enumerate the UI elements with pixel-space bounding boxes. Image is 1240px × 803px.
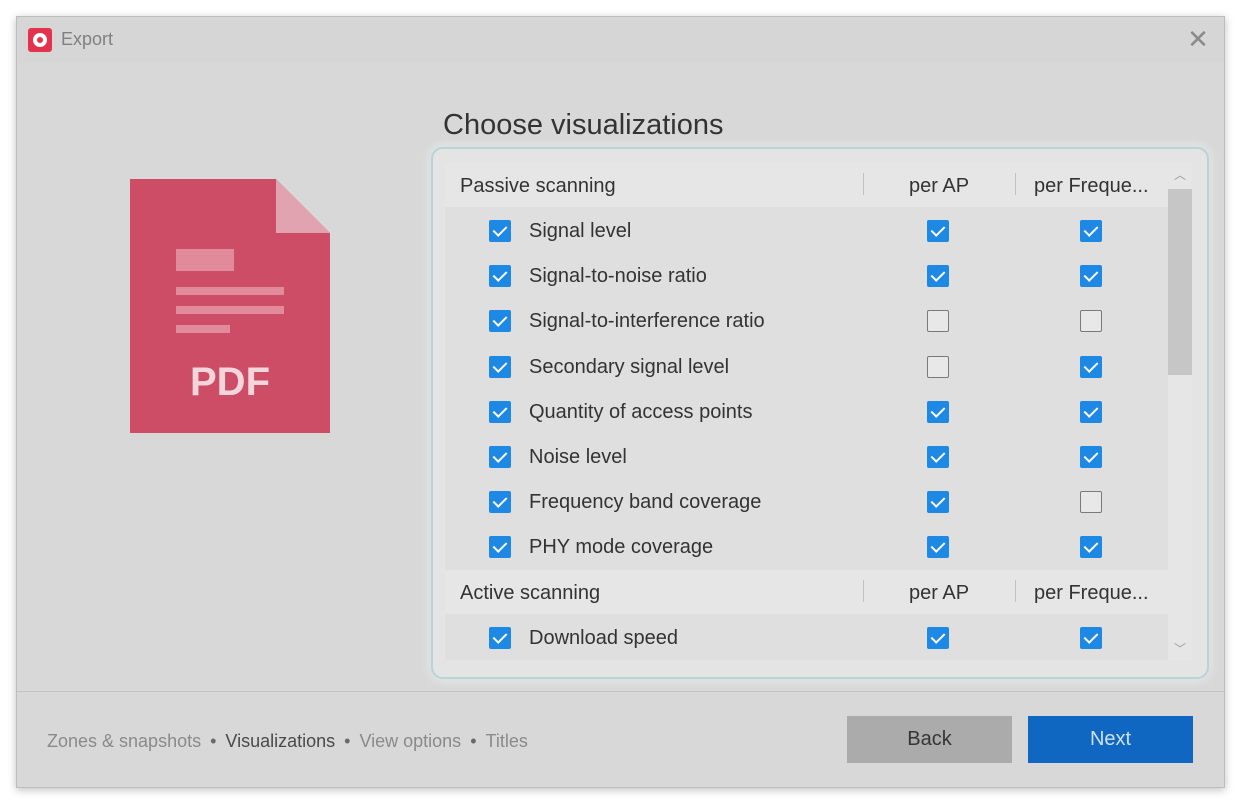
per-frequency-checkbox[interactable] [1080, 355, 1102, 378]
visualization-row: Signal level [445, 208, 1168, 253]
visualization-label: Download speed [529, 626, 678, 649]
per-ap-checkbox[interactable] [927, 446, 949, 468]
column-divider [1015, 173, 1016, 195]
next-button[interactable]: Next [1028, 716, 1193, 763]
visualization-row: Noise level [445, 434, 1168, 479]
column-divider [1015, 579, 1016, 602]
section-header: Passive scanning per AP per Freque... [445, 163, 1168, 207]
footer-divider [17, 691, 1224, 692]
visualization-row: Signal-to-noise ratio [445, 253, 1168, 298]
visualization-row: Quantity of access points [445, 389, 1168, 434]
visualization-checkbox[interactable] [489, 536, 511, 559]
column-header-per-ap: per AP [909, 175, 970, 197]
visualization-checkbox[interactable] [489, 626, 511, 649]
visualization-label: PHY mode coverage [529, 536, 714, 559]
column-header-per-ap: per AP [909, 581, 970, 604]
per-frequency-checkbox[interactable] [1080, 536, 1102, 559]
scroll-up-icon[interactable]: ︿ [1172, 167, 1188, 183]
visualization-label: Quantity of access points [529, 400, 753, 423]
export-dialog: Export ✕ PDF Choose visualizations Passi… [16, 16, 1225, 788]
back-button[interactable]: Back [847, 716, 1012, 763]
per-ap-checkbox[interactable] [927, 355, 949, 378]
visualization-label: Noise level [529, 446, 627, 468]
per-frequency-checkbox[interactable] [1080, 400, 1102, 423]
per-frequency-checkbox[interactable] [1080, 265, 1102, 288]
visualization-label: Frequency band coverage [529, 491, 762, 514]
per-frequency-checkbox[interactable] [1080, 220, 1102, 242]
column-header-per-frequency: per Freque... [1034, 581, 1149, 604]
visualization-row: PHY mode coverage [445, 524, 1168, 569]
column-header-per-frequency: per Freque... [1034, 175, 1149, 197]
wifi-app-icon [28, 28, 52, 52]
visualizations-panel: Passive scanning per AP per Freque... Signa… [431, 147, 1209, 679]
vertical-scrollbar[interactable]: ︿ ﹀ [1168, 163, 1192, 660]
visualizations-list: Passive scanning per AP per Freque... Signa… [445, 163, 1168, 660]
visualization-label: Signal level [529, 220, 632, 242]
visualization-row: Download speed [445, 615, 1168, 660]
step-titles[interactable]: Titles [486, 731, 528, 751]
wizard-steps: Zones & snapshots • Visualizations • View op… [47, 731, 528, 752]
step-separator: • [344, 731, 351, 751]
visualization-label: Signal-to-noise ratio [529, 265, 707, 288]
pdf-file-icon: PDF [130, 179, 330, 433]
close-icon[interactable]: ✕ [1182, 23, 1214, 55]
column-divider [863, 579, 864, 602]
visualization-row: Signal-to-interference ratio [445, 298, 1168, 343]
column-divider [863, 173, 864, 195]
per-ap-checkbox[interactable] [927, 491, 949, 514]
visualization-checkbox[interactable] [489, 491, 511, 514]
per-frequency-checkbox[interactable] [1080, 446, 1102, 468]
step-separator: • [470, 731, 477, 751]
section-header: Active scanning per AP per Freque... [445, 569, 1168, 614]
per-frequency-checkbox[interactable] [1080, 310, 1102, 333]
per-ap-checkbox[interactable] [927, 265, 949, 288]
step-zones-snapshots[interactable]: Zones & snapshots [47, 731, 201, 751]
per-ap-checkbox[interactable] [927, 626, 949, 649]
visualization-label: Secondary signal level [529, 355, 730, 378]
visualization-checkbox[interactable] [489, 355, 511, 378]
visualization-checkbox[interactable] [489, 310, 511, 333]
title-bar: Export ✕ [17, 17, 1224, 63]
per-ap-checkbox[interactable] [927, 400, 949, 423]
step-view-options[interactable]: View options [359, 731, 461, 751]
page-title: Choose visualizations [443, 109, 724, 141]
visualization-row: Secondary signal level [445, 344, 1168, 389]
visualization-label: Signal-to-interference ratio [529, 310, 765, 333]
visualization-checkbox[interactable] [489, 400, 511, 423]
visualization-checkbox[interactable] [489, 446, 511, 468]
step-separator: • [210, 731, 217, 751]
step-visualizations[interactable]: Visualizations [225, 731, 335, 751]
visualization-checkbox[interactable] [489, 265, 511, 288]
per-ap-checkbox[interactable] [927, 536, 949, 559]
window-title: Export [61, 29, 114, 49]
per-frequency-checkbox[interactable] [1080, 491, 1102, 514]
per-ap-checkbox[interactable] [927, 220, 949, 242]
section-title: Active scanning [460, 581, 601, 604]
visualization-row: Frequency band coverage [445, 479, 1168, 524]
per-ap-checkbox[interactable] [927, 310, 949, 333]
per-frequency-checkbox[interactable] [1080, 626, 1102, 649]
scroll-down-icon[interactable]: ﹀ [1172, 641, 1188, 657]
section-title: Passive scanning [460, 175, 616, 197]
visualization-checkbox[interactable] [489, 220, 511, 242]
pdf-label: PDF [190, 360, 270, 404]
scroll-thumb[interactable] [1168, 189, 1192, 375]
